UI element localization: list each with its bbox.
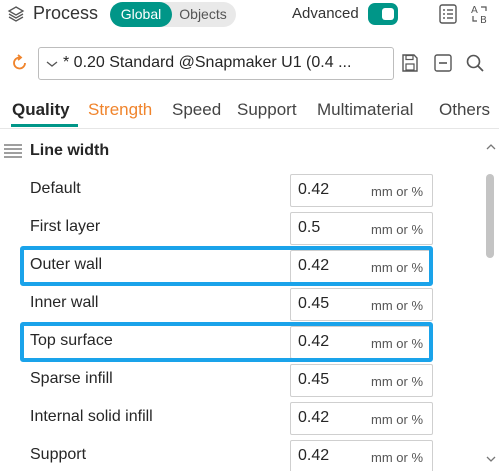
- setting-value: 0.42: [298, 447, 330, 464]
- divider: [0, 128, 499, 129]
- setting-label: Sparse infill: [30, 370, 113, 387]
- unit-label: mm or %: [371, 222, 423, 237]
- default-line-width-input[interactable]: 0.42 mm or %: [290, 174, 433, 207]
- tab-speed[interactable]: Speed: [172, 100, 221, 120]
- tab-strength[interactable]: Strength: [88, 100, 152, 120]
- section-title: Line width: [30, 142, 110, 159]
- setting-value: 0.42: [298, 181, 330, 198]
- objects-scope-button[interactable]: Objects: [174, 2, 232, 27]
- setting-row-first-layer: First layer 0.5 mm or %: [0, 210, 480, 248]
- text-ab-icon[interactable]: A B: [469, 3, 491, 25]
- advanced-toggle[interactable]: [368, 3, 398, 25]
- first-layer-line-width-input[interactable]: 0.5 mm or %: [290, 212, 433, 245]
- svg-text:A: A: [471, 5, 478, 16]
- setting-row-outer-wall: Outer wall 0.42 mm or %: [0, 246, 480, 286]
- chevron-down-icon: [46, 61, 58, 67]
- sparse-infill-line-width-input[interactable]: 0.45 mm or %: [290, 364, 433, 397]
- process-header: Process Global Objects Advanced A B: [0, 0, 499, 30]
- setting-label: Support: [30, 446, 87, 463]
- active-tab-indicator: [11, 124, 78, 127]
- setting-label: Default: [30, 180, 81, 197]
- scope-toggle: Global Objects: [110, 2, 236, 27]
- search-icon[interactable]: [465, 53, 485, 73]
- settings-tabs: Quality Strength Speed Support Multimate…: [0, 98, 499, 127]
- reset-icon[interactable]: [10, 53, 30, 73]
- preset-dropdown[interactable]: * 0.20 Standard @Snapmaker U1 (0.4 ...: [38, 47, 394, 80]
- setting-value: 0.42: [298, 409, 330, 426]
- panel-title: Process: [33, 3, 99, 23]
- setting-row-top-surface: Top surface 0.42 mm or %: [0, 322, 480, 362]
- preset-name: * 0.20 Standard @Snapmaker U1 (0.4 ...: [63, 54, 352, 71]
- line-width-icon: [4, 144, 22, 158]
- scroll-up-icon[interactable]: [486, 143, 496, 151]
- advanced-label: Advanced: [292, 5, 359, 22]
- unit-label: mm or %: [371, 298, 423, 313]
- setting-row-internal-solid-infill: Internal solid infill 0.42 mm or %: [0, 400, 480, 438]
- remove-icon[interactable]: [433, 53, 453, 73]
- scrollbar-thumb[interactable]: [486, 174, 494, 258]
- unit-label: mm or %: [371, 184, 423, 199]
- inner-wall-line-width-input[interactable]: 0.45 mm or %: [290, 288, 433, 321]
- compare-list-icon[interactable]: [437, 3, 459, 25]
- global-scope-button[interactable]: Global: [110, 2, 172, 27]
- unit-label: mm or %: [371, 374, 423, 389]
- setting-value: 0.45: [298, 295, 330, 312]
- tab-multimaterial[interactable]: Multimaterial: [317, 100, 413, 120]
- unit-label: mm or %: [371, 412, 423, 427]
- setting-label: Internal solid infill: [30, 408, 153, 425]
- highlight-box: [20, 246, 433, 286]
- toggle-knob: [382, 8, 394, 20]
- save-icon[interactable]: [400, 53, 420, 73]
- unit-label: mm or %: [371, 450, 423, 465]
- setting-label: First layer: [30, 218, 101, 235]
- svg-text:B: B: [480, 15, 487, 25]
- highlight-box: [20, 322, 433, 362]
- scroll-down-icon[interactable]: [486, 455, 496, 463]
- tab-quality[interactable]: Quality: [12, 100, 70, 120]
- setting-value: 0.45: [298, 371, 330, 388]
- support-line-width-input[interactable]: 0.42 mm or %: [290, 440, 433, 471]
- internal-solid-infill-line-width-input[interactable]: 0.42 mm or %: [290, 402, 433, 435]
- tab-others[interactable]: Others: [439, 100, 490, 120]
- setting-label: Inner wall: [30, 294, 99, 311]
- setting-row-inner-wall: Inner wall 0.45 mm or %: [0, 286, 480, 324]
- setting-row-default: Default 0.42 mm or %: [0, 172, 480, 210]
- layers-icon: [7, 6, 25, 22]
- tab-support[interactable]: Support: [237, 100, 297, 120]
- setting-value: 0.5: [298, 219, 321, 236]
- preset-row: * 0.20 Standard @Snapmaker U1 (0.4 ...: [0, 44, 499, 82]
- setting-row-sparse-infill: Sparse infill 0.45 mm or %: [0, 362, 480, 400]
- setting-row-support: Support 0.42 mm or %: [0, 438, 480, 471]
